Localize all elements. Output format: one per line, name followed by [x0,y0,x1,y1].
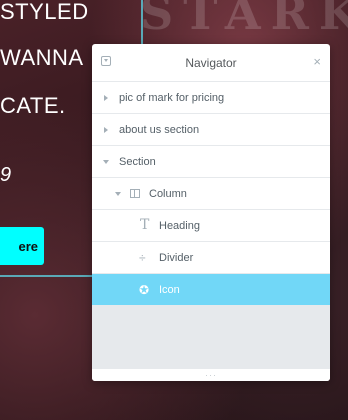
star-circle-icon: ✪ [139,283,150,297]
navigator-tree: pic of mark for pricing about us section… [92,82,330,306]
tree-item-section[interactable]: Section [92,146,330,178]
resize-handle[interactable]: ··· [92,369,330,381]
caret-right-icon[interactable] [104,95,108,101]
navigator-header[interactable]: Navigator × [92,44,330,82]
caret-down-icon[interactable] [115,192,121,196]
tree-item-column[interactable]: Column [92,178,330,210]
collapse-all-icon[interactable] [101,56,111,66]
hero-text-line-1: STYLED [0,0,89,24]
background-brand-text: STARK [140,0,348,40]
caret-right-icon[interactable] [104,127,108,133]
tree-item-label: pic of mark for pricing [119,91,225,104]
tree-item-label: about us section [119,123,200,136]
cta-button[interactable]: ere [0,227,44,265]
tree-item-heading[interactable]: T Heading [92,210,330,242]
caret-down-icon[interactable] [103,160,109,164]
tree-item-label: Icon [159,283,180,296]
editor-guide-line-horizontal [0,275,92,277]
navigator-title: Navigator [185,55,237,70]
tree-item-label: Section [119,155,156,168]
close-icon[interactable]: × [313,54,321,70]
tree-item-pricing-pic[interactable]: pic of mark for pricing [92,82,330,114]
tree-item-divider[interactable]: ÷ Divider [92,242,330,274]
tree-item-label: Divider [159,251,194,264]
navigator-empty-area [92,305,330,369]
tree-item-about-us[interactable]: about us section [92,114,330,146]
hero-text-line-2: WANNA [0,45,84,70]
editor-guide-line-vertical [141,0,143,44]
navigator-panel: Navigator × pic of mark for pricing abou… [92,44,330,381]
hero-number: 9 [0,164,12,186]
hero-text-line-3: CATE. [0,93,66,118]
tree-item-label: Column [149,187,187,200]
tree-item-icon-selected[interactable]: ✪ Icon [92,274,330,306]
divider-icon: ÷ [139,251,146,265]
column-icon [130,189,140,198]
heading-icon: T [140,217,150,233]
tree-item-label: Heading [159,219,200,232]
